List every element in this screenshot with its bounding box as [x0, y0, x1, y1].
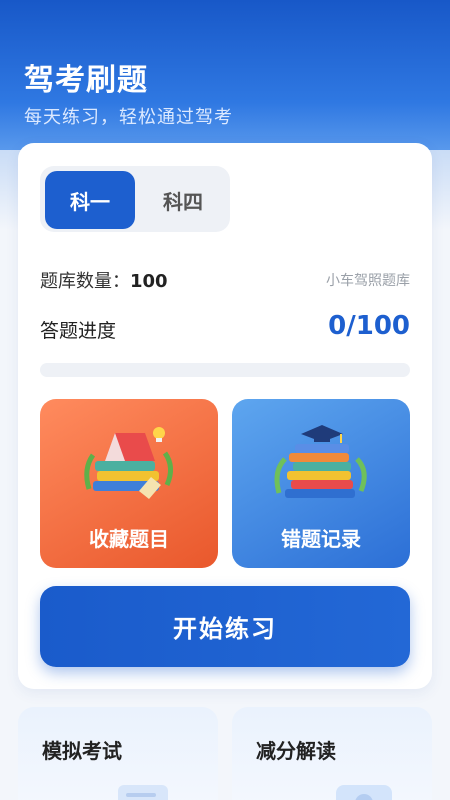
- points-deduction-card[interactable]: 减分解读: [232, 707, 432, 800]
- subject-toggle: 科一 科四: [40, 166, 230, 232]
- bank-name: 小车驾照题库: [326, 273, 410, 289]
- points-deduction-title: 减分解读: [256, 739, 336, 763]
- books-graduation-cap-icon: [274, 425, 367, 498]
- mock-exam-card[interactable]: 模拟考试: [18, 707, 218, 800]
- bank-count: 题库数量：100: [40, 267, 168, 293]
- favorites-tile[interactable]: 收藏题目: [40, 399, 218, 568]
- tab-subject-one[interactable]: 科一: [45, 171, 135, 229]
- start-practice-button[interactable]: 开始练习: [40, 586, 410, 667]
- mock-exam-title: 模拟考试: [42, 739, 122, 763]
- favorites-label: 收藏题目: [89, 527, 169, 551]
- page-title: 驾考刷题: [24, 63, 148, 98]
- wrong-questions-tile[interactable]: 错题记录: [232, 399, 410, 568]
- progress-value: 0/100: [328, 311, 410, 341]
- license-card-icon: [336, 785, 392, 800]
- progress-label: 答题进度: [40, 320, 117, 342]
- wrong-questions-label: 错题记录: [281, 527, 361, 551]
- bank-count-value: 100: [130, 271, 168, 292]
- exam-paper-icon: [118, 785, 168, 800]
- books-lightbulb-icon: [84, 427, 173, 499]
- bank-count-label: 题库数量：: [40, 271, 130, 292]
- practice-card: 科一 科四 题库数量：100 小车驾照题库 答题进度 0/100 收藏题目 错题…: [18, 143, 432, 689]
- tab-subject-four[interactable]: 科四: [138, 171, 228, 229]
- page-subtitle: 每天练习，轻松通过驾考: [24, 107, 233, 128]
- progress-bar: [40, 363, 410, 377]
